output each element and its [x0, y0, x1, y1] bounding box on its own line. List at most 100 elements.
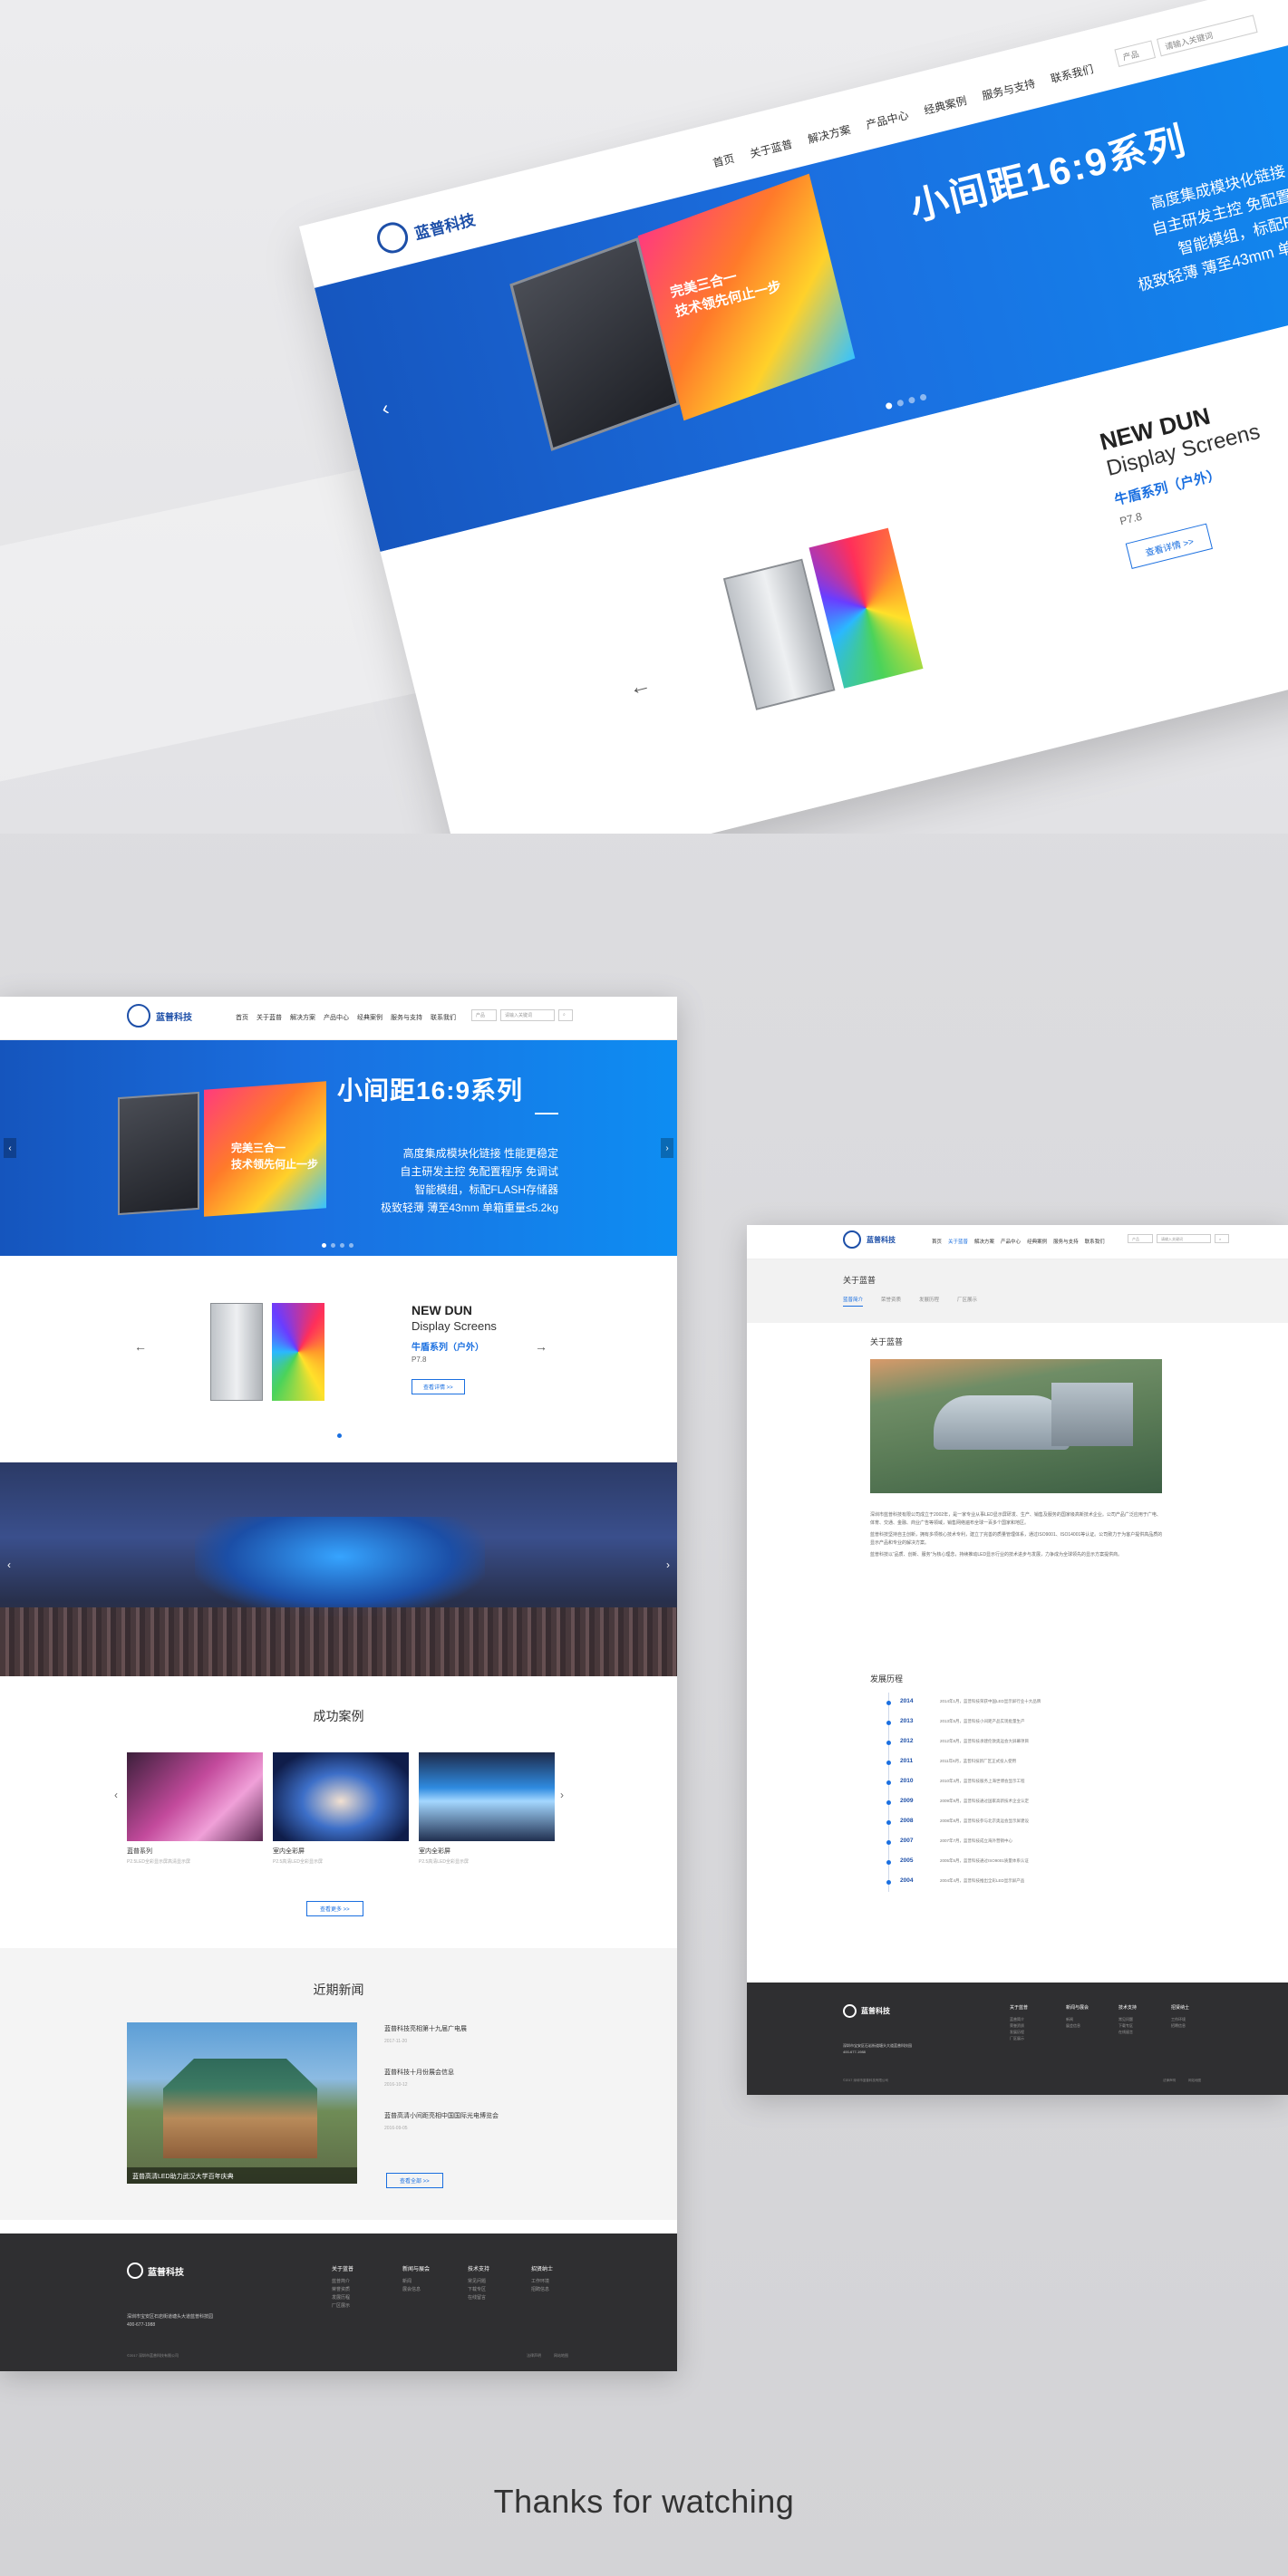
product-more-button[interactable]: 查看详情 >> [1125, 523, 1214, 569]
search-select[interactable]: 产品 [471, 1009, 497, 1021]
nav-item[interactable]: 服务与支持 [981, 75, 1037, 103]
search-select[interactable]: 产品 [1128, 1234, 1153, 1243]
footer-link[interactable]: 下载专区 [468, 2286, 522, 2294]
footer-link[interactable]: 招聘信息 [1171, 2022, 1225, 2029]
cases-next-arrow-icon[interactable]: › [560, 1789, 564, 1801]
footer-link[interactable]: 荣誉资质 [1010, 2022, 1064, 2029]
nav-item[interactable]: 关于蓝普 [748, 136, 794, 161]
footer-link[interactable]: 新闻 [402, 2278, 457, 2286]
news-more-button[interactable]: 查看全部 >> [386, 2173, 443, 2188]
home-page-mockup: 蓝普科技 首页 关于蓝普 解决方案 产品中心 经典案例 服务与支持 联系我们 产… [0, 997, 677, 2371]
event-next-arrow-icon[interactable]: › [666, 1558, 670, 1571]
nav-item[interactable]: 解决方案 [974, 1238, 994, 1245]
pagination-dot[interactable] [322, 1243, 326, 1248]
case-card[interactable]: 室内全彩屏 P2.5高清LED全彩显示屏 [419, 1752, 555, 1865]
footer-link[interactable]: 发展历程 [332, 2294, 386, 2302]
tab[interactable]: 厂区展示 [957, 1296, 977, 1307]
nav-item[interactable]: 联系我们 [431, 1013, 456, 1022]
footer-link[interactable]: 常见问题 [468, 2278, 522, 2286]
search-input[interactable]: 请输入关键词 [500, 1009, 555, 1021]
footer-link[interactable]: 下载专区 [1119, 2022, 1173, 2029]
footer-legal-link[interactable]: 法律声明 [1163, 2079, 1176, 2083]
product-more-button[interactable]: 查看详情 >> [412, 1379, 465, 1394]
footer-link[interactable]: 工作环境 [531, 2278, 586, 2286]
nav-item-active[interactable]: 关于蓝普 [948, 1238, 968, 1245]
pagination-dot[interactable] [919, 393, 927, 401]
search-icon[interactable]: ⌕ [1215, 1234, 1229, 1243]
footer-logo[interactable]: 蓝普科技 [843, 2004, 890, 2018]
cases-more-button[interactable]: 查看更多 >> [306, 1901, 363, 1916]
footer-link[interactable]: 蓝普简介 [1010, 2016, 1064, 2022]
news-item[interactable]: 蓝普高清小间距亮相中国国际光电博览会 2016-09-05 [384, 2111, 566, 2131]
nav-item[interactable]: 经典案例 [357, 1013, 383, 1022]
nav-item[interactable]: 经典案例 [1027, 1238, 1047, 1245]
search-icon[interactable]: ⌕ [558, 1009, 573, 1021]
nav-item[interactable]: 首页 [236, 1013, 248, 1022]
nav-item[interactable]: 首页 [712, 150, 736, 170]
logo[interactable]: 蓝普科技 [127, 1004, 192, 1028]
tab[interactable]: 发展历程 [919, 1296, 939, 1307]
hero-prev-arrow-icon[interactable]: ‹ [379, 396, 391, 420]
pagination-dot[interactable] [331, 1243, 335, 1248]
nav-item[interactable]: 解决方案 [290, 1013, 315, 1022]
news-item[interactable]: 蓝普科技亮相第十九届广电展 2017-11-20 [384, 2024, 566, 2044]
search-input[interactable]: 请输入关键词 [1157, 14, 1258, 57]
footer-legal-link[interactable]: 网站地图 [554, 2353, 568, 2359]
nav-item[interactable]: 联系我们 [1085, 1238, 1105, 1245]
footer-link[interactable]: 蓝普简介 [332, 2278, 386, 2286]
nav-item[interactable]: 关于蓝普 [257, 1013, 282, 1022]
event-prev-arrow-icon[interactable]: ‹ [7, 1558, 11, 1571]
nav-item[interactable]: 产品中心 [324, 1013, 349, 1022]
footer-link[interactable]: 在线留言 [1119, 2029, 1173, 2035]
footer-link[interactable]: 招聘信息 [531, 2286, 586, 2294]
about-heading: 关于蓝普 [870, 1337, 904, 1346]
footer-link[interactable]: 厂区展示 [332, 2302, 386, 2311]
footer-legal-link[interactable]: 法律声明 [527, 2353, 541, 2359]
search-input[interactable]: 请输入关键词 [1157, 1234, 1211, 1243]
footer-link[interactable]: 展会信息 [402, 2286, 457, 2294]
nav-item[interactable]: 产品中心 [1001, 1238, 1021, 1245]
nav-item[interactable]: 经典案例 [922, 92, 968, 118]
tilted-logo[interactable]: 蓝普科技 [373, 202, 478, 257]
nav-item[interactable]: 服务与支持 [1053, 1238, 1079, 1245]
hero-next-arrow-icon[interactable]: › [661, 1138, 673, 1158]
nav-item[interactable]: 联系我们 [1049, 61, 1095, 86]
footer-link[interactable]: 在线留言 [468, 2294, 522, 2302]
logo-disc-icon [843, 2004, 857, 2018]
pagination-dot[interactable] [349, 1243, 353, 1248]
case-card[interactable]: 室内全彩屏 P2.5高清LED全彩显示屏 [273, 1752, 409, 1865]
footer-logo[interactable]: 蓝普科技 [127, 2262, 184, 2279]
footer-link[interactable]: 常见问题 [1119, 2016, 1173, 2022]
footer-link[interactable]: 展会信息 [1066, 2022, 1120, 2029]
product-pagination-dot[interactable] [337, 1433, 342, 1438]
logo[interactable]: 蓝普科技 [843, 1230, 896, 1249]
tab-active[interactable]: 蓝普简介 [843, 1296, 864, 1307]
news-feature-image[interactable]: 蓝普高清LED助力武汉大学百年庆典 [127, 2022, 357, 2184]
tab[interactable]: 荣誉资质 [881, 1296, 901, 1307]
nav-item[interactable]: 产品中心 [864, 107, 910, 132]
pagination-dot[interactable] [885, 401, 893, 410]
news-item[interactable]: 蓝普科技十月份展会信息 2016-10-12 [384, 2068, 566, 2088]
nav-item[interactable]: 首页 [932, 1238, 942, 1245]
product-next-arrow-icon[interactable]: → [535, 1339, 547, 1354]
hero-prev-arrow-icon[interactable]: ‹ [4, 1138, 16, 1158]
footer-copyright: ©2017 深圳市蓝普科技有限公司 [127, 2353, 179, 2358]
case-card[interactable]: 蓝普系列 P2.5LED全彩显示屏高清显示屏 [127, 1752, 263, 1865]
footer-link[interactable]: 工作环境 [1171, 2016, 1225, 2022]
pagination-dot[interactable] [896, 399, 905, 408]
pagination-dot[interactable] [907, 396, 916, 404]
footer-legal-link[interactable]: 网站地图 [1188, 2079, 1201, 2083]
product-prev-arrow-icon[interactable]: ← [626, 672, 654, 702]
pagination-dot[interactable] [340, 1243, 344, 1248]
footer-link[interactable]: 厂区展示 [1010, 2035, 1064, 2041]
nav-item[interactable]: 服务与支持 [391, 1013, 422, 1022]
cases-prev-arrow-icon[interactable]: ‹ [114, 1789, 118, 1801]
footer-column-head: 新闻与展会 [1066, 2005, 1089, 2011]
footer-link[interactable]: 发展历程 [1010, 2029, 1064, 2035]
news-item-date: 2017-11-20 [384, 2039, 408, 2044]
nav-item[interactable]: 解决方案 [806, 121, 852, 147]
product-prev-arrow-icon[interactable]: ← [134, 1339, 147, 1354]
search-select[interactable]: 产品 [1114, 40, 1157, 68]
footer-link[interactable]: 新闻 [1066, 2016, 1120, 2022]
footer-link[interactable]: 荣誉资质 [332, 2286, 386, 2294]
